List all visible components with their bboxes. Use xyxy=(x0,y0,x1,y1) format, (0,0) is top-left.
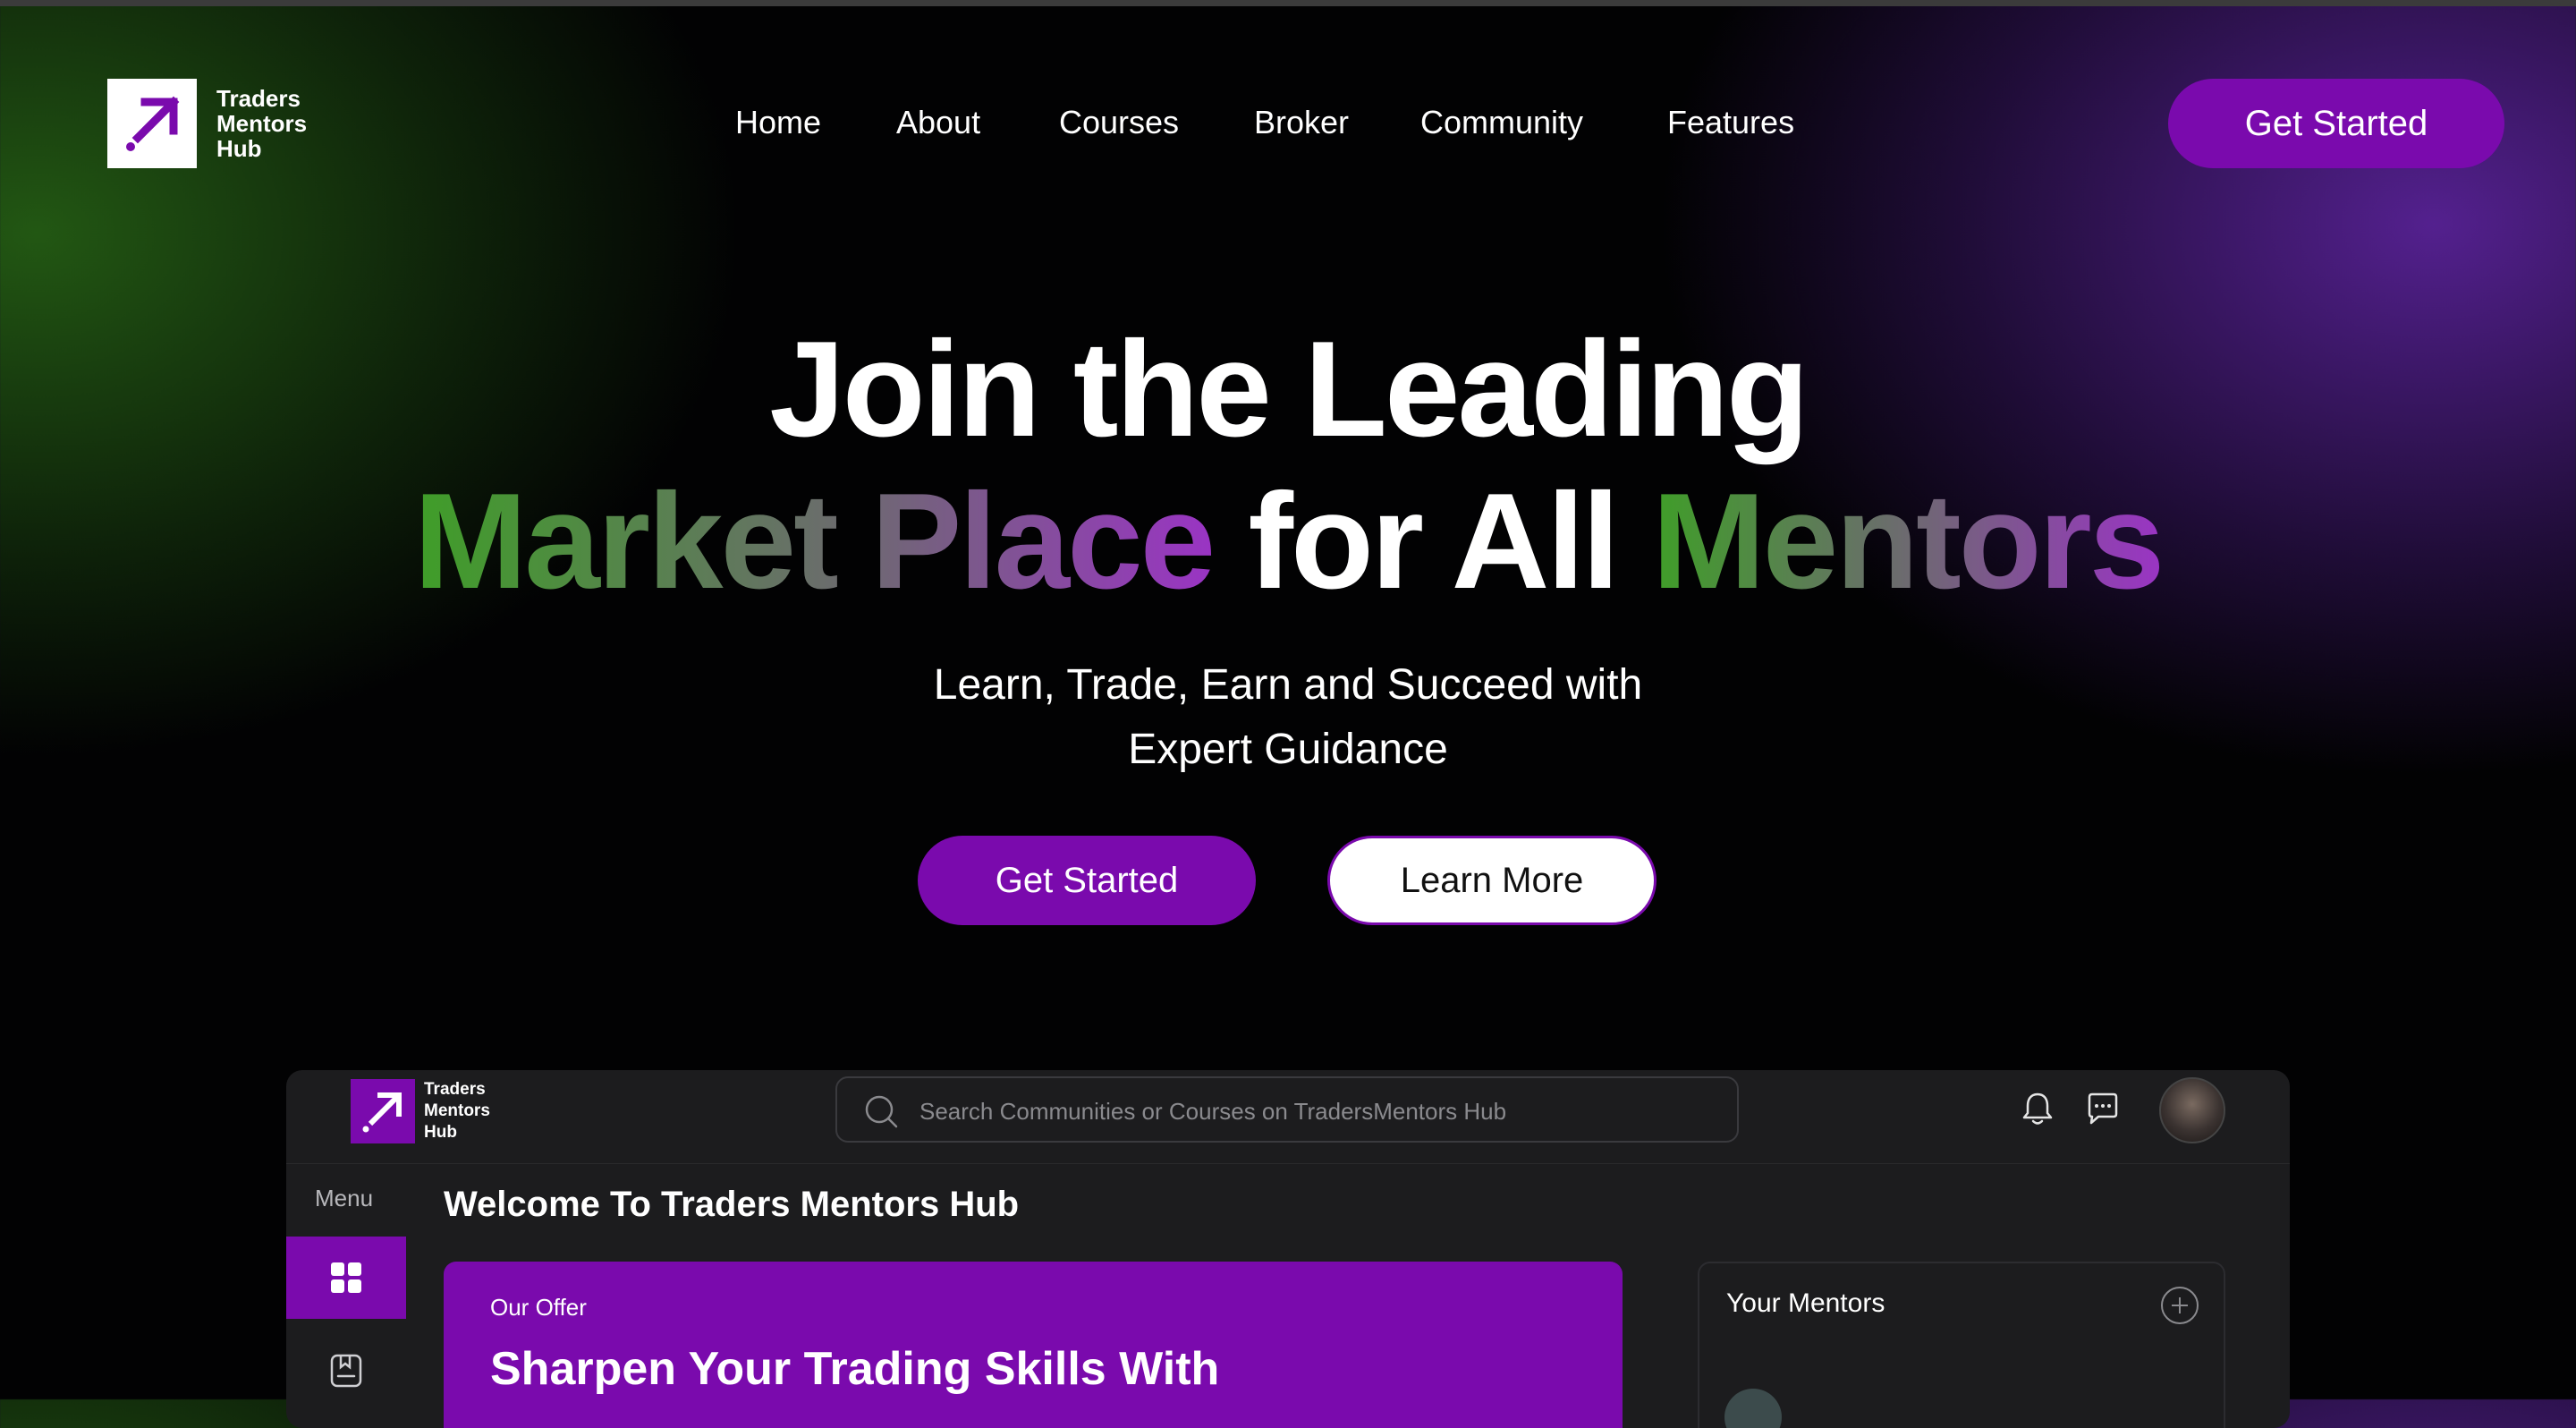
hero-title-line1: Join the Leading xyxy=(769,313,1809,465)
hero-title-for-all: for All xyxy=(1248,465,1619,617)
app-brand-line3: Hub xyxy=(424,1123,457,1142)
add-mentor-icon[interactable] xyxy=(2159,1285,2200,1326)
nav-courses[interactable]: Courses xyxy=(1059,104,1179,141)
your-mentors-panel: Your Mentors xyxy=(1698,1262,2225,1428)
trend-arrow-icon xyxy=(362,1092,402,1133)
app-brand-line2: Mentors xyxy=(424,1101,490,1120)
learn-more-button[interactable]: Learn More xyxy=(1327,836,1657,925)
bell-icon[interactable] xyxy=(2020,1090,2055,1127)
chat-icon[interactable] xyxy=(2084,1090,2122,1127)
hero-title-line2: Market Place for All Mentors xyxy=(0,465,2576,617)
hero-subtitle-line2: Expert Guidance xyxy=(1128,726,1448,773)
hero-subtitle-line1: Learn, Trade, Earn and Succeed with xyxy=(933,661,1643,709)
hero-title-market-place: Market Place xyxy=(413,465,1216,617)
app-preview: Traders Mentors Hub Search Communities o… xyxy=(286,1070,2290,1428)
user-avatar[interactable] xyxy=(2159,1077,2225,1143)
sidebar-item-dashboard[interactable] xyxy=(286,1237,406,1319)
window-top-border xyxy=(0,0,2576,6)
nav-community[interactable]: Community xyxy=(1420,104,1583,141)
hero-subtitle: Learn, Trade, Earn and Succeed with Expe… xyxy=(0,653,2576,782)
brand-name-line1: Traders xyxy=(216,85,301,112)
offer-title: Sharpen Your Trading Skills With xyxy=(490,1343,1220,1395)
nav-features[interactable]: Features xyxy=(1667,104,1794,141)
app-header: Traders Mentors Hub Search Communities o… xyxy=(286,1070,2290,1164)
search-placeholder: Search Communities or Courses on Traders… xyxy=(919,1098,1507,1125)
brand-name[interactable]: Traders Mentors Hub xyxy=(216,86,307,161)
dashboard-grid-icon xyxy=(331,1262,361,1293)
get-started-nav-button[interactable]: Get Started xyxy=(2168,79,2504,168)
your-mentors-title: Your Mentors xyxy=(1726,1288,1885,1318)
brand-name-line3: Hub xyxy=(216,135,262,162)
brand-name-line2: Mentors xyxy=(216,110,308,137)
offer-card[interactable]: Our Offer Sharpen Your Trading Skills Wi… xyxy=(444,1262,1623,1428)
mentor-avatar[interactable] xyxy=(1724,1389,1782,1428)
nav-about[interactable]: About xyxy=(896,104,980,141)
nav-home[interactable]: Home xyxy=(735,104,821,141)
bookmark-book-icon[interactable] xyxy=(329,1353,363,1389)
sidebar-menu-label: Menu xyxy=(315,1185,374,1211)
nav-broker[interactable]: Broker xyxy=(1254,104,1349,141)
app-logo[interactable] xyxy=(351,1079,415,1143)
app-brand-line1: Traders xyxy=(424,1080,486,1099)
search-input[interactable]: Search Communities or Courses on Traders… xyxy=(835,1076,1739,1143)
offer-label: Our Offer xyxy=(490,1294,587,1321)
app-brand-name: Traders Mentors Hub xyxy=(424,1079,490,1143)
trend-arrow-icon xyxy=(126,96,180,151)
get-started-button[interactable]: Get Started xyxy=(918,836,1256,925)
welcome-heading: Welcome To Traders Mentors Hub xyxy=(444,1185,1020,1224)
brand-logo[interactable] xyxy=(107,79,197,168)
hero-title-mentors: Mentors xyxy=(1652,465,2165,617)
search-icon xyxy=(865,1095,898,1128)
